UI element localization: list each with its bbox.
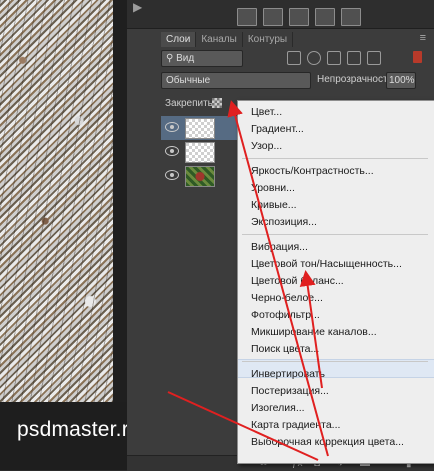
menu-item-posterize[interactable]: Постеризация... bbox=[251, 384, 329, 399]
menu-item-threshold[interactable]: Изогелия... bbox=[251, 401, 305, 416]
menu-item-hue-saturation[interactable]: Цветовой тон/Насыщенность... bbox=[251, 257, 402, 272]
filter-shape-icon[interactable] bbox=[347, 51, 361, 65]
adjustment-layer-menu: Цвет... Градиент... Узор... Яркость/Конт… bbox=[237, 100, 434, 464]
tab-layers[interactable]: Слои bbox=[161, 32, 197, 47]
menu-item-exposure[interactable]: Экспозиция... bbox=[251, 215, 317, 230]
menu-separator bbox=[242, 234, 428, 235]
menu-item-gradient[interactable]: Градиент... bbox=[251, 122, 304, 137]
adjustment-icon[interactable] bbox=[263, 8, 283, 26]
adjustment-icon[interactable] bbox=[289, 8, 309, 26]
menu-item-channel-mixer[interactable]: Микширование каналов... bbox=[251, 325, 377, 340]
adjustment-icon[interactable] bbox=[237, 8, 257, 26]
watermark-text: psdmaster.ru bbox=[17, 418, 141, 441]
layer-thumbnail bbox=[185, 118, 215, 139]
filter-type-icon[interactable] bbox=[327, 51, 341, 65]
blend-mode-value: Обычные bbox=[166, 75, 211, 86]
menu-item-color-balance[interactable]: Цветовой баланс... bbox=[251, 274, 344, 289]
eye-icon[interactable] bbox=[165, 122, 179, 132]
lock-label: Закрепить: bbox=[165, 98, 216, 109]
adjustment-icon[interactable] bbox=[315, 8, 335, 26]
menu-item-photo-filter[interactable]: Фотофильтр... bbox=[251, 308, 320, 323]
filter-smart-icon[interactable] bbox=[367, 51, 381, 65]
filter-kind-value: Вид bbox=[176, 53, 195, 64]
panel-tabs: Слои Каналы Контуры bbox=[161, 32, 294, 47]
menu-item-invert[interactable]: Инвертировать bbox=[251, 367, 325, 382]
menu-item-black-white[interactable]: Черно-белое... bbox=[251, 291, 323, 306]
menu-item-levels[interactable]: Уровни... bbox=[251, 181, 295, 196]
menu-item-gradient-map[interactable]: Карта градиента... bbox=[251, 418, 340, 433]
filter-pixel-icon[interactable] bbox=[287, 51, 301, 65]
layer-thumbnail bbox=[185, 166, 215, 187]
menu-item-solid-color[interactable]: Цвет... bbox=[251, 105, 282, 120]
menu-separator bbox=[242, 158, 428, 159]
panel-menu-icon[interactable]: ≡ bbox=[420, 32, 426, 44]
menu-item-brightness-contrast[interactable]: Яркость/Контрастность... bbox=[251, 164, 374, 179]
tab-channels[interactable]: Каналы bbox=[196, 32, 243, 47]
adjustment-icon[interactable] bbox=[341, 8, 361, 26]
filter-kind-select[interactable]: ⚲ Вид bbox=[161, 50, 243, 67]
search-icon: ⚲ bbox=[166, 53, 177, 64]
play-icon[interactable]: ▶ bbox=[133, 0, 151, 14]
opacity-label: Непрозрачность: bbox=[317, 74, 396, 85]
menu-item-vibrance[interactable]: Вибрация... bbox=[251, 240, 308, 255]
tab-paths[interactable]: Контуры bbox=[243, 32, 294, 47]
layer-thumbnail bbox=[185, 142, 215, 163]
menu-item-pattern[interactable]: Узор... bbox=[251, 139, 282, 154]
filter-adjustment-icon[interactable] bbox=[307, 51, 321, 65]
opacity-field[interactable]: 100% bbox=[386, 72, 416, 89]
blend-mode-select[interactable]: Обычные bbox=[161, 72, 311, 89]
filter-toggle[interactable] bbox=[413, 51, 422, 63]
menu-item-color-lookup[interactable]: Поиск цвета... bbox=[251, 342, 319, 357]
lock-transparent-icon[interactable] bbox=[212, 98, 222, 108]
eye-icon[interactable] bbox=[165, 170, 179, 180]
adjustments-strip: ▶ bbox=[127, 0, 434, 29]
menu-separator bbox=[242, 361, 428, 362]
canvas-photo[interactable] bbox=[0, 0, 113, 402]
menu-item-curves[interactable]: Кривые... bbox=[251, 198, 297, 213]
eye-icon[interactable] bbox=[165, 146, 179, 156]
menu-item-selective-color[interactable]: Выборочная коррекция цвета... bbox=[251, 435, 404, 450]
canvas-border bbox=[113, 0, 127, 470]
